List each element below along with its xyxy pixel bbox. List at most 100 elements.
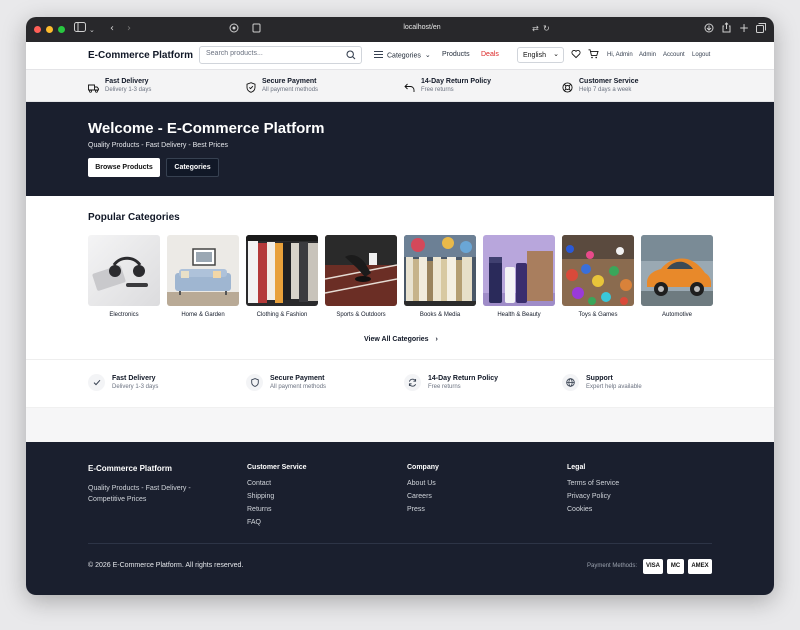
globe-icon [562, 374, 579, 391]
footer-link-terms[interactable]: Terms of Service [567, 480, 619, 488]
category-name: Books & Media [419, 312, 461, 318]
footer-customer-service-column: Customer Service Contact Shipping Return… [247, 464, 307, 532]
footer-brand-column: E-Commerce Platform Quality Products - F… [88, 464, 218, 505]
tab-icon[interactable] [252, 23, 261, 38]
benefit-title: Secure Payment [270, 375, 325, 382]
benefit-subtitle: All payment methods [270, 384, 327, 390]
minimize-window-button[interactable] [46, 26, 53, 33]
footer-heading: Company [407, 464, 439, 471]
nav-products[interactable]: Products [442, 51, 470, 58]
categories-button[interactable]: Categories [166, 158, 219, 177]
feature-title: Secure Payment [262, 78, 317, 85]
footer-link-privacy[interactable]: Privacy Policy [567, 493, 619, 501]
category-card-health-beauty[interactable]: Health & Beauty [483, 235, 555, 318]
hero-subtitle: Quality Products - Fast Delivery - Best … [88, 142, 229, 149]
categories-menu[interactable]: Categories ⌄ [374, 51, 431, 60]
cart-icon[interactable] [588, 49, 599, 61]
chevron-down-icon: ⌄ [424, 52, 431, 60]
category-card-toys-games[interactable]: Toys & Games [562, 235, 634, 318]
forward-icon[interactable]: › [127, 22, 131, 36]
wishlist-heart-icon[interactable] [571, 49, 581, 61]
zoom-window-button[interactable] [58, 26, 65, 33]
footer-link-shipping[interactable]: Shipping [247, 493, 307, 501]
nav-deals[interactable]: Deals [481, 51, 499, 58]
category-image [167, 235, 239, 306]
benefit-support: Support Expert help available [562, 374, 642, 391]
feature-title: Customer Service [579, 78, 639, 85]
feature-secure-payment: Secure Payment All payment methods [246, 77, 318, 98]
url-text: localhost/en [403, 24, 441, 31]
feature-fast-delivery: Fast Delivery Delivery 1-3 days [88, 77, 151, 98]
feature-customer-service: Customer Service Help 7 days a week [562, 77, 639, 98]
features-bar: Fast Delivery Delivery 1-3 days Secure Pa… [26, 70, 774, 102]
translate-icon[interactable]: ⇄ [532, 22, 539, 36]
category-image [562, 235, 634, 306]
site-logo[interactable]: E-Commerce Platform [88, 50, 193, 61]
hero-title: Welcome - E-Commerce Platform [88, 120, 325, 137]
language-select[interactable]: English ⌄ [517, 47, 564, 63]
footer-link-about[interactable]: About Us [407, 480, 439, 488]
close-window-button[interactable] [34, 26, 41, 33]
benefit-title: Fast Delivery [112, 375, 156, 382]
tab-overview-icon[interactable] [756, 23, 766, 38]
check-icon [88, 374, 105, 391]
view-all-label: View All Categories [364, 336, 429, 343]
search-box [199, 46, 362, 64]
footer-link-cookies[interactable]: Cookies [567, 506, 619, 514]
footer-link-contact[interactable]: Contact [247, 480, 307, 488]
account-link[interactable]: Account [663, 52, 685, 58]
payment-methods-label: Payment Methods: [587, 563, 638, 569]
feature-return-policy: 14-Day Return Policy Free returns [404, 77, 491, 98]
shield-icon [246, 374, 263, 391]
feature-subtitle: Help 7 days a week [579, 87, 632, 93]
browse-products-button[interactable]: Browse Products [88, 158, 160, 177]
category-card-automotive[interactable]: Automotive [641, 235, 713, 318]
download-icon[interactable] [704, 23, 714, 38]
payment-badge-mastercard: MC [667, 559, 684, 574]
sidebar-toggle-icon[interactable] [74, 22, 86, 37]
footer-heading: Customer Service [247, 464, 307, 471]
share-icon[interactable] [722, 22, 731, 38]
search-input[interactable] [206, 50, 336, 57]
category-name: Sports & Outdoors [336, 312, 386, 318]
hero-banner: Welcome - E-Commerce Platform Quality Pr… [26, 102, 774, 196]
footer-link-faq[interactable]: FAQ [247, 519, 307, 527]
payment-badge-amex: AMEX [688, 559, 712, 574]
logout-link[interactable]: Logout [692, 52, 710, 58]
category-card-sports-outdoors[interactable]: Sports & Outdoors [325, 235, 397, 318]
category-card-clothing-fashion[interactable]: Clothing & Fashion [246, 235, 318, 318]
category-name: Automotive [661, 312, 692, 318]
popular-categories-section: Popular Categories Electronics Home & Ga… [26, 196, 774, 360]
feature-subtitle: Delivery 1-3 days [105, 87, 152, 93]
feature-subtitle: Free returns [421, 87, 454, 93]
footer-link-press[interactable]: Press [407, 506, 439, 514]
chevron-down-icon[interactable]: ⌄ [89, 23, 95, 37]
benefit-fast-delivery: Fast Delivery Delivery 1-3 days [88, 374, 158, 391]
browser-window: ⌄ ‹ › localhost/en ⇄ ↻ + E-Commerce Plat… [26, 17, 774, 595]
privacy-icon[interactable] [229, 23, 239, 38]
address-bar[interactable]: localhost/en [282, 22, 562, 37]
reload-icon[interactable]: ↻ [543, 22, 550, 36]
search-icon[interactable] [346, 50, 356, 62]
window-controls [34, 26, 65, 33]
section-spacer [26, 408, 774, 444]
back-icon[interactable]: ‹ [110, 22, 114, 36]
footer-company-column: Company About Us Careers Press [407, 464, 439, 519]
category-name: Home & Garden [181, 312, 225, 318]
category-card-home-garden[interactable]: Home & Garden [167, 235, 239, 318]
section-heading: Popular Categories [88, 212, 180, 223]
footer-link-careers[interactable]: Careers [407, 493, 439, 501]
chevron-right-icon: › [435, 336, 438, 343]
category-card-electronics[interactable]: Electronics [88, 235, 160, 318]
category-image [483, 235, 555, 306]
new-tab-icon[interactable]: + [739, 21, 749, 35]
category-card-books-media[interactable]: Books & Media [404, 235, 476, 318]
view-all-categories-link[interactable]: View All Categories › [364, 336, 438, 343]
footer-legal-column: Legal Terms of Service Privacy Policy Co… [567, 464, 619, 519]
category-image [325, 235, 397, 306]
footer-link-returns[interactable]: Returns [247, 506, 307, 514]
admin-link[interactable]: Admin [639, 52, 656, 58]
category-name: Toys & Games [578, 312, 618, 318]
category-name: Clothing & Fashion [256, 312, 308, 318]
footer-description: Quality Products - Fast Delivery - Compe… [88, 485, 191, 503]
